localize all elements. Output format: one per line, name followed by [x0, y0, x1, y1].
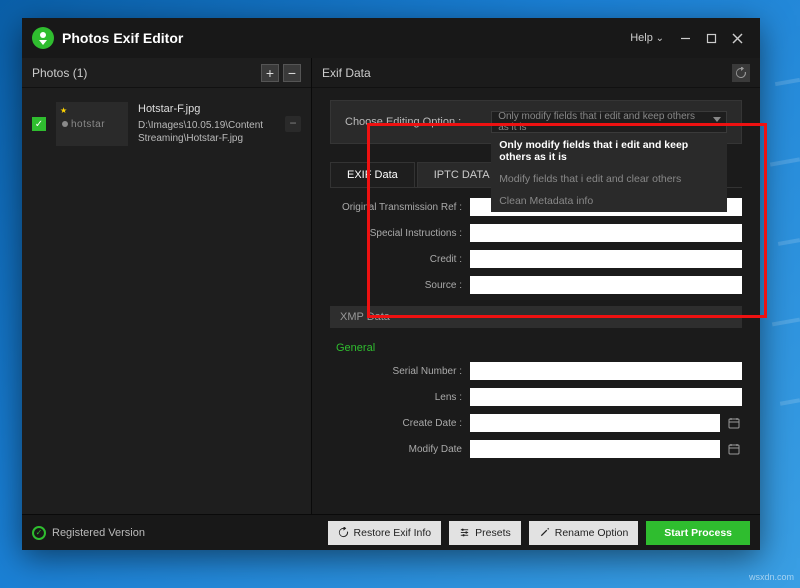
input-lens[interactable]	[470, 388, 742, 406]
start-label: Start Process	[664, 527, 732, 539]
file-path: D:\Images\10.05.19\Content Streaming\Hot…	[138, 119, 275, 146]
field-label-source: Source :	[330, 280, 470, 291]
presets-label: Presets	[475, 527, 511, 539]
input-special[interactable]	[470, 224, 742, 242]
tab-exif[interactable]: EXIF Data	[330, 162, 415, 187]
calendar-icon[interactable]	[726, 415, 742, 431]
file-meta: Hotstar-F.jpg D:\Images\10.05.19\Content…	[138, 102, 275, 146]
input-modify-date[interactable]	[470, 440, 720, 458]
field-label-serial: Serial Number :	[330, 366, 470, 377]
close-button[interactable]	[724, 25, 750, 51]
minimize-button[interactable]	[672, 25, 698, 51]
field-label-modify: Modify Date	[330, 444, 470, 455]
dropdown-option-clean[interactable]: Clean Metadata info	[491, 190, 727, 212]
registered-badge: ✓ Registered Version	[32, 526, 320, 540]
input-source[interactable]	[470, 276, 742, 294]
presets-button[interactable]: Presets	[449, 521, 521, 545]
editing-option-select[interactable]: Only modify fields that i edit and keep …	[491, 111, 727, 133]
field-label-credit: Credit :	[330, 254, 470, 265]
remove-photo-button[interactable]: −	[283, 64, 301, 82]
app-window: Photos Exif Editor Help Photos (1) + − ✓	[22, 18, 760, 550]
rename-label: Rename Option	[555, 527, 629, 539]
check-circle-icon: ✓	[32, 526, 46, 540]
field-label-special: Special Instructions :	[330, 228, 470, 239]
select-value: Only modify fields that i edit and keep …	[498, 111, 708, 133]
photo-list: ✓ ★ hotstar Hotstar-F.jpg D:\Images\10.0…	[22, 88, 311, 514]
editing-option-dropdown: Only modify fields that i edit and keep …	[491, 134, 727, 212]
photos-panel: Photos (1) + − ✓ ★ hotstar Hotstar-F.jpg…	[22, 58, 312, 514]
choose-option-label: Choose Editing Option :	[345, 116, 461, 128]
start-process-button[interactable]: Start Process	[646, 521, 750, 545]
exif-panel: Exif Data Choose Editing Option : Only m…	[312, 58, 760, 514]
field-label-lens: Lens :	[330, 392, 470, 403]
input-credit[interactable]	[470, 250, 742, 268]
section-xmp: XMP Data	[330, 306, 742, 328]
photos-count-label: Photos (1)	[32, 66, 87, 80]
list-item[interactable]: ✓ ★ hotstar Hotstar-F.jpg D:\Images\10.0…	[32, 102, 301, 146]
restore-label: Restore Exif Info	[354, 527, 432, 539]
field-label-orig-trans: Original Transmission Ref :	[330, 202, 470, 213]
photos-panel-header: Photos (1) + −	[22, 58, 311, 88]
dropdown-option-clear[interactable]: Modify fields that i edit and clear othe…	[491, 168, 727, 190]
add-photo-button[interactable]: +	[261, 64, 279, 82]
help-menu[interactable]: Help	[630, 32, 664, 44]
footer: ✓ Registered Version Restore Exif Info P…	[22, 514, 760, 550]
rename-option-button[interactable]: Rename Option	[529, 521, 639, 545]
subsection-general: General	[330, 334, 742, 358]
file-name: Hotstar-F.jpg	[138, 102, 275, 117]
exif-panel-header: Exif Data	[312, 58, 760, 88]
thumbnail-brand: hotstar	[71, 119, 105, 130]
dropdown-option-keep[interactable]: Only modify fields that i edit and keep …	[491, 134, 727, 168]
registered-label: Registered Version	[52, 527, 145, 539]
subsection-photoshop: PHOTOSHOP	[330, 462, 742, 468]
input-create-date[interactable]	[470, 414, 720, 432]
refresh-button[interactable]	[732, 64, 750, 82]
field-label-create: Create Date :	[330, 418, 470, 429]
star-icon: ★	[60, 106, 67, 115]
watermark: wsxdn.com	[749, 572, 794, 582]
app-title: Photos Exif Editor	[62, 30, 630, 46]
photo-thumbnail: ★ hotstar	[56, 102, 128, 146]
editing-option-row: Choose Editing Option : Only modify fiel…	[330, 100, 742, 144]
remove-item-button[interactable]: −	[285, 116, 301, 132]
app-logo-icon	[32, 27, 54, 49]
exif-header-label: Exif Data	[322, 66, 371, 80]
input-serial[interactable]	[470, 362, 742, 380]
titlebar: Photos Exif Editor Help	[22, 18, 760, 58]
check-icon[interactable]: ✓	[32, 117, 46, 131]
restore-exif-button[interactable]: Restore Exif Info	[328, 521, 442, 545]
chevron-down-icon	[713, 117, 721, 122]
maximize-button[interactable]	[698, 25, 724, 51]
calendar-icon[interactable]	[726, 441, 742, 457]
